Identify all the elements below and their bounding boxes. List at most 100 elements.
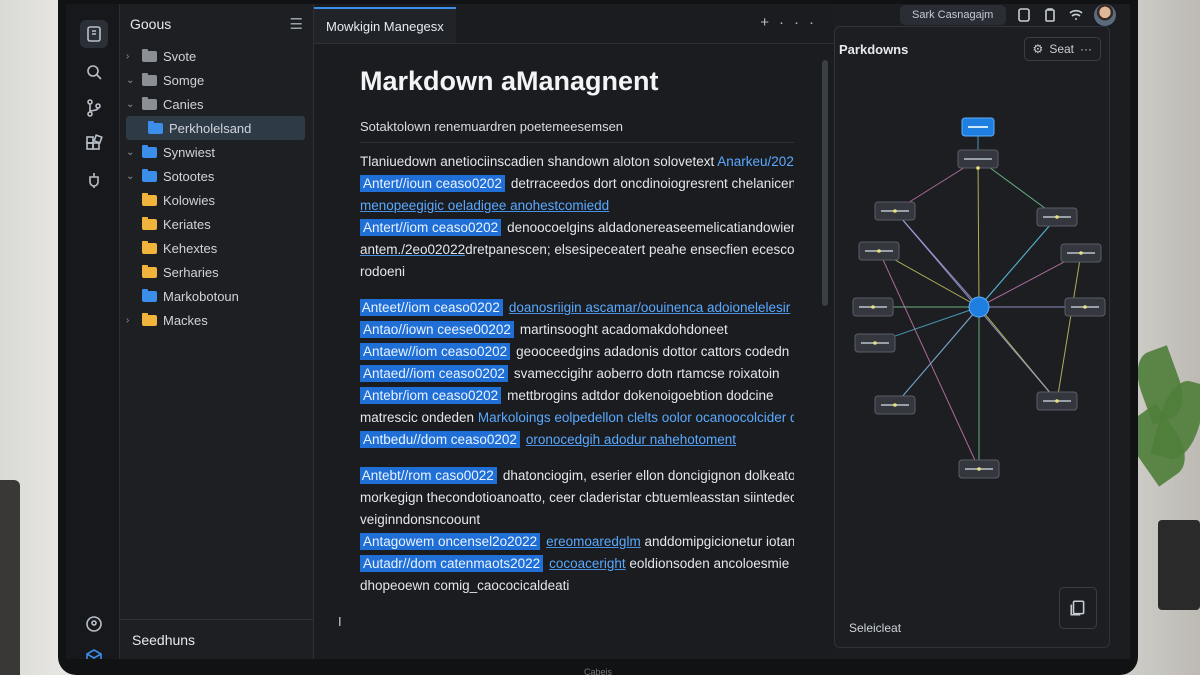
graph-edge-dot <box>893 403 897 407</box>
sidebar-item-label: Mackes <box>163 312 208 328</box>
folder-icon <box>142 312 157 326</box>
new-tab-icon[interactable]: + <box>760 14 779 31</box>
file-explorer: Goous ☰ › Svote ⌄ Somge ⌄ Canies Perkholelsand… <box>120 4 314 659</box>
text-line: Autadr//dom catenmaots2022 cocoaceright e… <box>360 553 794 575</box>
activity-bar <box>66 4 120 659</box>
graph-node-center[interactable] <box>968 296 990 318</box>
text-line: rodoeni <box>360 261 794 283</box>
tab-actions: +··· <box>760 14 824 31</box>
folder-icon <box>142 264 157 278</box>
text-line: Antert//iom ceaso0202 denoocoelgins aldad… <box>360 217 794 239</box>
more-icon[interactable]: ··· <box>1080 42 1092 56</box>
highlighted-text[interactable]: Antbedu//dom ceaso0202 <box>360 431 520 448</box>
chevron-icon[interactable]: › <box>126 51 138 62</box>
sidebar-item-5[interactable]: ⌄ Sotootes <box>120 164 313 188</box>
sidebar-item-8[interactable]: Kehextes <box>120 236 313 260</box>
graph-edge-dot <box>1055 215 1059 219</box>
highlighted-text[interactable]: antem./2eo02022 <box>360 242 465 257</box>
seat-button[interactable]: ⚙ Seat ··· <box>1023 37 1101 61</box>
chevron-icon[interactable]: ⌄ <box>126 99 138 110</box>
text-cursor: I <box>338 614 342 629</box>
tab-active-document[interactable]: Mowkigin Manegesx <box>314 7 456 43</box>
sidebar-item-3[interactable]: Perkholelsand <box>126 116 305 140</box>
text-line: matrescic ondeden Markoloings eolpedello… <box>360 407 794 429</box>
sidebar-item-11[interactable]: › Mackes <box>120 308 313 332</box>
sidebar-footer[interactable]: Seedhuns <box>120 619 313 659</box>
graph-edge-dot <box>871 305 875 309</box>
git-branch-icon[interactable] <box>80 94 108 122</box>
highlighted-text[interactable]: Antert//iom ceaso0202 <box>360 219 502 236</box>
sidebar-item-1[interactable]: ⌄ Somge <box>120 68 313 92</box>
highlighted-text[interactable]: Anteet//iom ceaso0202 <box>360 299 503 316</box>
avatar[interactable] <box>1094 4 1116 26</box>
graph-edge-dot <box>873 341 877 345</box>
potted-plant <box>1118 345 1200 610</box>
line-text: rodoeni <box>360 264 406 279</box>
bullet-list: •Antebt//rom caso0022dhatonciogim, eseri… <box>360 465 794 597</box>
sidebar-item-2[interactable]: ⌄ Canies <box>120 92 313 116</box>
text-line: Antaed//iom ceaso0202 svameccigihr aoberr… <box>360 363 794 385</box>
editor-pane: Mowkigin Manegesx +··· Markdown aManagne… <box>314 4 834 659</box>
folder-icon <box>142 144 157 158</box>
sidebar-item-0[interactable]: › Svote <box>120 44 313 68</box>
graph-edge-dot <box>1083 305 1087 309</box>
text-line: Antagowem oncensel2o2022 ereomoaredglm an… <box>360 531 794 553</box>
chevron-icon[interactable]: ⌄ <box>126 171 138 182</box>
explorer-title: Goous <box>130 16 172 32</box>
folder-icon <box>148 120 163 134</box>
graph-view[interactable] <box>835 71 1111 591</box>
text-line: •Anteet//iom ceaso0202doanosriigin ascam… <box>360 297 794 319</box>
editor-scrollbar[interactable] <box>822 60 828 306</box>
search-icon[interactable] <box>80 58 108 86</box>
graph-view-panel: Parkdowns ⚙ Seat ··· Seleicleat <box>834 26 1110 648</box>
highlighted-text[interactable]: Antaew//iom ceaso0202 <box>360 343 511 360</box>
graph-edge-dot <box>1079 251 1083 255</box>
highlighted-text[interactable]: Antagowem oncensel2o2022 <box>360 533 541 550</box>
folder-icon <box>142 240 157 254</box>
inline-link[interactable]: Markoloings eolpedellon clelts oolor oca… <box>478 410 794 425</box>
seat-button-label: Seat <box>1049 42 1074 56</box>
highlighted-text[interactable]: Antert//ioun ceaso0202 <box>360 175 505 192</box>
sidebar-item-label: Keriates <box>163 216 211 232</box>
files-icon[interactable] <box>80 20 108 48</box>
sidebar-item-7[interactable]: Keriates <box>120 212 313 236</box>
chevron-icon[interactable]: › <box>126 315 138 326</box>
highlighted-text[interactable]: Antebr/iom ceaso0202 <box>360 387 502 404</box>
text-line: Antaew//iom ceaso0202 geooceedgins adadon… <box>360 341 794 363</box>
line-text: morkegign thecondotioanoatto, ceer clade… <box>360 490 794 505</box>
hamburger-menu-icon[interactable]: ☰ <box>290 15 303 33</box>
text-line: menopeegigic oeladigee anohestcomiedd <box>360 195 794 217</box>
plugin-icon[interactable] <box>80 166 108 194</box>
highlighted-text[interactable]: Autadr//dom catenmaots2022 <box>360 555 544 572</box>
wifi-icon[interactable] <box>1068 7 1084 23</box>
location-icon[interactable] <box>80 610 108 638</box>
folder-icon <box>142 96 157 110</box>
highlighted-text[interactable]: Antebt//rom caso0022 <box>360 467 497 484</box>
sidebar-item-6[interactable]: Kolowies <box>120 188 313 212</box>
line-text[interactable]: doanosriigin ascamar/oouinenca adoionele… <box>509 300 790 315</box>
clipboard-icon[interactable] <box>1042 7 1058 23</box>
highlighted-text[interactable]: Antao//iown ceese00202 <box>360 321 514 338</box>
line-text[interactable]: oronocedgih adodur nahehotoment <box>526 432 736 447</box>
sidebar-item-10[interactable]: Markobotoun <box>120 284 313 308</box>
inline-link[interactable]: cocoaceright <box>549 556 626 571</box>
copy-icon[interactable] <box>1059 587 1097 629</box>
text-line: dhopeoewn comig_caococicaldeati <box>360 575 794 597</box>
line-text[interactable]: menopeegigic oeladigee anohestcomiedd <box>360 198 609 213</box>
chevron-icon[interactable]: ⌄ <box>126 147 138 158</box>
inline-link[interactable]: ereomoaredglm <box>546 534 641 549</box>
sidebar-item-9[interactable]: Serharies <box>120 260 313 284</box>
sidebar-item-4[interactable]: ⌄ Synwiest <box>120 140 313 164</box>
document-icon[interactable] <box>1016 7 1032 23</box>
more-icon[interactable]: ··· <box>779 14 824 31</box>
line-text: eoldionsoden ancoloesmie <box>629 556 790 571</box>
sidebar-item-label: Serharies <box>163 264 219 280</box>
cube-icon[interactable] <box>80 644 108 659</box>
inline-link[interactable]: Anarkeu/2022 <box>717 154 794 169</box>
search-box[interactable]: Sark Casnagajm <box>900 5 1006 25</box>
highlighted-text[interactable]: Antaed//iom ceaso0202 <box>360 365 508 382</box>
extensions-icon[interactable] <box>80 130 108 158</box>
chevron-icon[interactable]: ⌄ <box>126 75 138 86</box>
markdown-document[interactable]: Markdown aManagnent Sotaktolown renemuar… <box>314 44 834 597</box>
desk-lamp <box>0 480 20 675</box>
